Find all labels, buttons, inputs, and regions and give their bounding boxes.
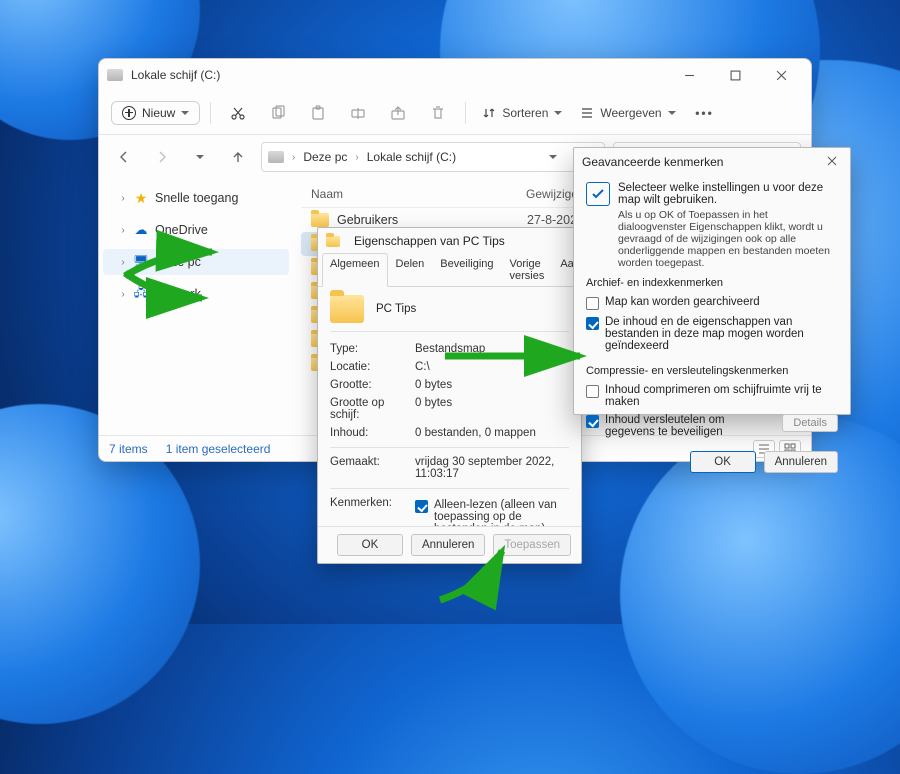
minimize-button[interactable] xyxy=(667,61,711,89)
advanced-titlebar[interactable]: Geavanceerde kenmerken xyxy=(574,148,850,176)
ok-button[interactable]: OK xyxy=(690,451,756,473)
copy-icon[interactable] xyxy=(261,97,295,129)
new-button[interactable]: Nieuw xyxy=(111,101,200,125)
tab-sharing[interactable]: Delen xyxy=(388,253,433,287)
sidebar-item-onedrive[interactable]: ›☁OneDrive xyxy=(99,217,293,243)
plus-icon xyxy=(122,106,136,120)
properties-titlebar[interactable]: Eigenschappen van PC Tips xyxy=(318,228,581,252)
window-title: Lokale schijf (C:) xyxy=(131,68,220,82)
more-button[interactable]: ••• xyxy=(688,97,722,129)
back-button[interactable] xyxy=(109,142,139,172)
properties-tabs: Algemeen Delen Beveiliging Vorige versie… xyxy=(318,252,581,287)
cancel-button[interactable]: Annuleren xyxy=(411,534,485,556)
tab-previous[interactable]: Vorige versies xyxy=(502,253,553,287)
breadcrumb[interactable]: › Deze pc › Lokale schijf (C:) xyxy=(261,142,605,172)
check-icon xyxy=(586,182,610,206)
sort-button[interactable]: Sorteren xyxy=(476,102,568,124)
close-button[interactable] xyxy=(759,61,803,89)
details-button[interactable]: Details xyxy=(782,414,838,432)
folder-icon xyxy=(330,295,364,323)
new-label: Nieuw xyxy=(142,106,175,120)
properties-name[interactable]: PC Tips xyxy=(376,303,416,315)
chevron-down-icon xyxy=(668,111,676,115)
breadcrumb-dropdown[interactable] xyxy=(538,142,568,172)
sidebar-item-network[interactable]: ›🖧Netwerk xyxy=(99,281,293,307)
crumb-root[interactable]: Deze pc xyxy=(303,150,347,164)
chevron-down-icon xyxy=(181,111,189,115)
advanced-title: Geavanceerde kenmerken xyxy=(582,155,723,169)
folder-icon xyxy=(326,236,340,247)
drive-icon xyxy=(107,69,123,81)
compress-checkbox[interactable]: Inhoud comprimeren om schijfruimte vrij … xyxy=(586,381,838,411)
folder-icon xyxy=(311,213,329,227)
sidebar-item-thispc[interactable]: ›🖥Deze pc xyxy=(103,249,289,275)
maximize-button[interactable] xyxy=(713,61,757,89)
recent-button[interactable] xyxy=(185,142,215,172)
readonly-checkbox[interactable]: Alleen-lezen (alleen van toepassing op d… xyxy=(415,497,569,526)
properties-dialog: Eigenschappen van PC Tips Algemeen Delen… xyxy=(317,227,582,564)
forward-button[interactable] xyxy=(147,142,177,172)
chevron-down-icon xyxy=(554,111,562,115)
sidebar: ›★Snelle toegang ›☁OneDrive ›🖥Deze pc ›🖧… xyxy=(99,179,293,435)
cut-icon[interactable] xyxy=(221,97,255,129)
crumb-drive[interactable]: Lokale schijf (C:) xyxy=(367,150,456,164)
status-count: 7 items xyxy=(109,442,148,456)
archive-checkbox[interactable]: Map kan worden gearchiveerd xyxy=(586,293,838,313)
share-icon[interactable] xyxy=(381,97,415,129)
encrypt-checkbox[interactable]: Inhoud versleutelen om gegevens te bevei… xyxy=(586,411,838,441)
advanced-lead1: Selecteer welke instellingen u voor deze… xyxy=(618,182,838,206)
ok-button[interactable]: OK xyxy=(337,534,403,556)
advanced-lead2: Als u op OK of Toepassen in het dialoogv… xyxy=(618,209,838,269)
view-button[interactable]: Weergeven xyxy=(574,102,681,124)
close-button[interactable] xyxy=(822,155,842,169)
sidebar-item-quick[interactable]: ›★Snelle toegang xyxy=(99,185,293,211)
rename-icon[interactable] xyxy=(341,97,375,129)
apply-button[interactable]: Toepassen xyxy=(493,534,571,556)
up-button[interactable] xyxy=(223,142,253,172)
status-selected: 1 item geselecteerd xyxy=(166,442,271,456)
titlebar[interactable]: Lokale schijf (C:) xyxy=(99,59,811,91)
index-checkbox[interactable]: De inhoud en de eigenschappen van bestan… xyxy=(586,313,838,355)
tab-security[interactable]: Beveiliging xyxy=(432,253,501,287)
section-compress: Compressie- en versleutelingskenmerken xyxy=(586,365,838,377)
section-archive: Archief- en indexkenmerken xyxy=(586,277,838,289)
col-name[interactable]: Naam xyxy=(311,187,526,201)
paste-icon[interactable] xyxy=(301,97,335,129)
advanced-dialog: Geavanceerde kenmerken Selecteer welke i… xyxy=(573,147,851,415)
cancel-button[interactable]: Annuleren xyxy=(764,451,838,473)
delete-icon[interactable] xyxy=(421,97,455,129)
drive-icon xyxy=(268,151,284,163)
tab-general[interactable]: Algemeen xyxy=(322,253,388,287)
properties-title: Eigenschappen van PC Tips xyxy=(354,234,505,248)
toolbar: Nieuw Sorteren Weergeven ••• xyxy=(99,91,811,135)
